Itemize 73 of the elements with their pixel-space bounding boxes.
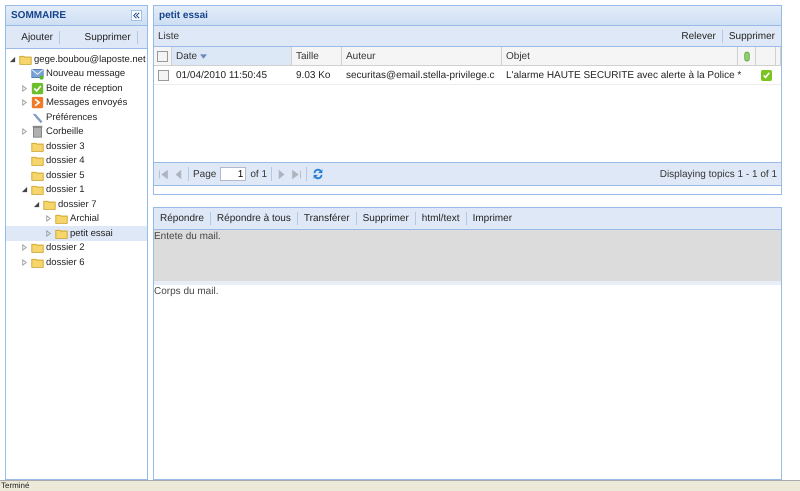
- column-header[interactable]: Date: [172, 47, 292, 65]
- folder-icon: [55, 212, 68, 226]
- tree-item[interactable]: dossier 4: [6, 154, 147, 168]
- tree-item-label: dossier 1: [46, 184, 85, 196]
- toolbar-button[interactable]: Relever: [675, 30, 723, 42]
- tree-item[interactable]: Corbeille: [6, 124, 147, 139]
- column-header[interactable]: Taille: [292, 47, 342, 65]
- tree-item[interactable]: Archial: [6, 212, 147, 226]
- expanded-arrow-icon[interactable]: [9, 56, 16, 63]
- tree-item-label: Messages envoyés: [46, 97, 128, 108]
- tree-item[interactable]: Messages envoyés: [6, 96, 147, 110]
- mail-body-text: Corps du mail.: [154, 286, 218, 297]
- tree-item-label: Nouveau message: [46, 68, 126, 80]
- page-count: of 1: [250, 168, 268, 180]
- tree-item[interactable]: dossier 3: [6, 139, 147, 154]
- author-cell-text: securitas@email.stella-privilege.c: [345, 70, 496, 80]
- panel-title: SOMMAIRE: [11, 10, 66, 21]
- tree-item-label: Corbeille: [46, 126, 84, 138]
- sort-down-icon: [200, 54, 208, 58]
- tree-item[interactable]: Nouveau message: [6, 66, 147, 81]
- toolbar-button[interactable]: Imprimer: [466, 212, 518, 225]
- refresh-icon[interactable]: [311, 167, 326, 181]
- tree-item-label: dossier 2: [46, 242, 85, 254]
- attachment-icon: [744, 50, 750, 62]
- folder-icon: [31, 154, 44, 168]
- toolbar-button[interactable]: Répondre à tous: [210, 212, 298, 225]
- tree-item-label: dossier 5: [46, 170, 85, 181]
- tree-item[interactable]: gege.boubou@laposte.net: [6, 52, 147, 66]
- toolbar-button[interactable]: Supprimer: [78, 30, 138, 44]
- page-input[interactable]: 1: [220, 167, 246, 181]
- tree-item-label: Archial: [70, 213, 100, 224]
- tree-item-label: dossier 7: [58, 198, 97, 210]
- tree-item[interactable]: petit essai: [6, 226, 147, 240]
- inbox-icon: [31, 82, 44, 95]
- toolbar-button[interactable]: Ajouter: [15, 30, 60, 44]
- tree-item-label: dossier 3: [46, 140, 85, 152]
- tree-item-label: dossier 6: [46, 256, 85, 268]
- collapse-icon[interactable]: [131, 10, 142, 21]
- page-label: Page: [193, 168, 216, 180]
- toolbar-button[interactable]: Répondre: [154, 212, 211, 225]
- tree-item-label: dossier 4: [46, 155, 85, 166]
- tree-item[interactable]: dossier 2: [6, 240, 147, 255]
- collapsed-arrow-icon[interactable]: [21, 128, 28, 136]
- row-checkbox[interactable]: [158, 70, 168, 80]
- panel-title: petit essai: [159, 10, 208, 21]
- status-text: Terminé: [1, 481, 30, 490]
- tree-item[interactable]: Boite de réception: [6, 81, 147, 96]
- tree-item-label: Boite de réception: [46, 82, 123, 94]
- toolbar-button[interactable]: Transférer: [298, 212, 357, 225]
- folder-icon: [31, 183, 44, 196]
- tree-item-label: Préférences: [46, 112, 98, 123]
- tree-item[interactable]: dossier 7: [6, 197, 147, 212]
- list-title: Liste: [158, 30, 180, 42]
- tree-item[interactable]: dossier 1: [6, 182, 147, 197]
- mail-icon: [31, 67, 44, 80]
- tree-item[interactable]: dossier 6: [6, 255, 147, 270]
- tree-item-label: petit essai: [70, 228, 113, 239]
- date-cell-text: 01/04/2010 11:50:45: [175, 70, 268, 80]
- toolbar-button[interactable]: html/text: [416, 212, 467, 225]
- toolbar-button[interactable]: Supprimer: [356, 212, 416, 225]
- select-all-checkbox[interactable]: [157, 50, 168, 62]
- column-header[interactable]: Auteur: [342, 47, 502, 65]
- size-cell-text: 9.03 Ko: [295, 70, 332, 80]
- pager-summary: Displaying topics 1 - 1 of 1: [660, 168, 777, 180]
- toolbar-button[interactable]: Supprimer: [722, 30, 781, 42]
- folder-icon: [31, 241, 44, 254]
- tree-item[interactable]: dossier 5: [6, 168, 147, 182]
- column-header[interactable]: Objet: [502, 47, 738, 65]
- tree-item[interactable]: Préférences: [6, 110, 147, 124]
- tree-item-label: gege.boubou@laposte.net: [34, 54, 146, 65]
- mail-header-text: Entete du mail.: [154, 231, 221, 242]
- sent-icon: [31, 96, 44, 110]
- trash-icon: [31, 125, 44, 138]
